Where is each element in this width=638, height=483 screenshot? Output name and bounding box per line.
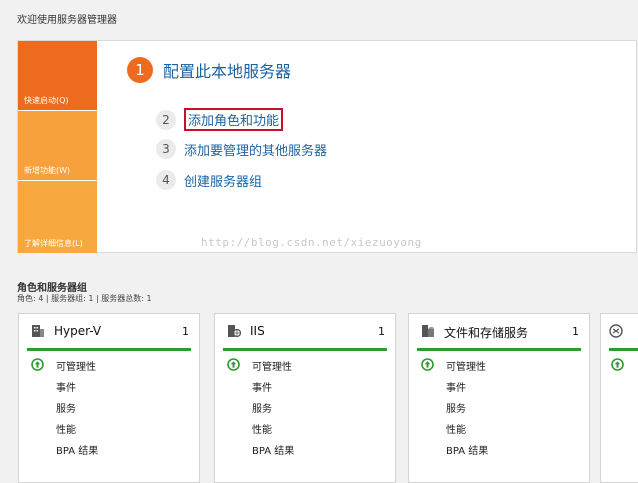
- step-number-1: 1: [127, 57, 153, 83]
- add-roles-features-link[interactable]: 添加角色和功能: [184, 108, 284, 131]
- configure-local-server-link[interactable]: 配置此本地服务器: [163, 58, 291, 82]
- row-services[interactable]: 服务: [409, 396, 589, 417]
- step-add-servers[interactable]: 3 添加要管理的其他服务器: [156, 139, 327, 159]
- card-count: 1: [182, 325, 189, 338]
- row-label: 事件: [56, 383, 76, 394]
- status-bar: [609, 348, 638, 351]
- add-servers-link[interactable]: 添加要管理的其他服务器: [184, 140, 327, 159]
- row-performance[interactable]: 性能: [409, 417, 589, 438]
- step-number-2: 2: [156, 109, 176, 130]
- step-create-group[interactable]: 4 创建服务器组: [156, 170, 262, 190]
- up-arrow-circle-icon: [227, 358, 240, 371]
- hyperv-icon: [32, 325, 44, 337]
- row-events[interactable]: 事件: [215, 375, 395, 396]
- row-services[interactable]: 服务: [215, 396, 395, 417]
- card-count: 1: [572, 325, 579, 338]
- roles-section-title: 角色和服务器组: [17, 283, 87, 294]
- row-bpa-results[interactable]: BPA 结果: [19, 438, 199, 459]
- card-title: 文件和存储服务: [444, 326, 529, 340]
- row-label: 可管理性: [56, 362, 96, 373]
- quick-start-label: 快速启动(Q): [24, 96, 69, 105]
- row-label: BPA 结果: [252, 446, 295, 457]
- welcome-panel: 快速启动(Q) 新增功能(W) 了解详细信息(L) 1 配置此本地服务器 2 添…: [17, 40, 637, 253]
- card-title: Hyper-V: [54, 324, 102, 338]
- row-label: 性能: [56, 425, 76, 436]
- file-storage-icon: [422, 325, 434, 337]
- role-card-partial[interactable]: [600, 313, 638, 483]
- row-label: 可管理性: [446, 362, 486, 373]
- watermark: http://blog.csdn.net/xiezuoyong: [201, 236, 422, 249]
- role-card-file-storage[interactable]: 文件和存储服务 1 可管理性 事件 服务 性能 BPA 结果: [408, 313, 590, 483]
- step-number-3: 3: [156, 139, 176, 159]
- role-card-iis[interactable]: IIS 1 可管理性 事件 服务 性能 BPA 结果: [214, 313, 396, 483]
- row-manageability[interactable]: 可管理性: [215, 354, 395, 375]
- whats-new-tile[interactable]: 新增功能(W): [18, 111, 97, 180]
- status-bar: [27, 348, 191, 351]
- row-label: 事件: [446, 383, 466, 394]
- up-arrow-circle-icon: [611, 358, 624, 371]
- card-title: IIS: [250, 324, 265, 338]
- status-bar: [417, 348, 581, 351]
- up-arrow-circle-icon: [421, 358, 434, 371]
- learn-more-label: 了解详细信息(L): [24, 239, 83, 248]
- row-manageability[interactable]: 可管理性: [409, 354, 589, 375]
- row-label: 可管理性: [252, 362, 292, 373]
- row-label: 性能: [446, 425, 466, 436]
- row-manageability[interactable]: [601, 354, 638, 375]
- role-card-hyperv[interactable]: Hyper-V 1 可管理性 事件 服务 性能 BPA 结果: [18, 313, 200, 483]
- card-header[interactable]: IIS 1: [215, 314, 395, 351]
- card-header[interactable]: [601, 314, 638, 351]
- whats-new-label: 新增功能(W): [24, 166, 71, 175]
- create-server-group-link[interactable]: 创建服务器组: [184, 171, 262, 190]
- step-number-4: 4: [156, 170, 176, 190]
- row-bpa-results[interactable]: BPA 结果: [409, 438, 589, 459]
- card-header[interactable]: 文件和存储服务 1: [409, 314, 589, 351]
- step-configure-local-server[interactable]: 1 配置此本地服务器: [127, 57, 291, 83]
- row-label: BPA 结果: [56, 446, 99, 457]
- up-arrow-circle-icon: [31, 358, 44, 371]
- step-add-roles[interactable]: 2 添加角色和功能: [156, 108, 284, 131]
- learn-more-tile[interactable]: 了解详细信息(L): [18, 181, 97, 253]
- roles-summary: 角色: 4 | 服务器组: 1 | 服务器总数: 1: [17, 294, 152, 303]
- row-label: BPA 结果: [446, 446, 489, 457]
- row-label: 服务: [252, 404, 272, 415]
- card-count: 1: [378, 325, 385, 338]
- network-icon: [609, 324, 623, 338]
- row-manageability[interactable]: 可管理性: [19, 354, 199, 375]
- row-bpa-results[interactable]: BPA 结果: [215, 438, 395, 459]
- row-label: 服务: [446, 404, 466, 415]
- row-services[interactable]: 服务: [19, 396, 199, 417]
- row-label: 服务: [56, 404, 76, 415]
- row-events[interactable]: 事件: [19, 375, 199, 396]
- card-header[interactable]: Hyper-V 1: [19, 314, 199, 351]
- row-label: 事件: [252, 383, 272, 394]
- welcome-title: 欢迎使用服务器管理器: [17, 15, 117, 26]
- quick-start-tile[interactable]: 快速启动(Q): [18, 41, 97, 110]
- row-events[interactable]: 事件: [409, 375, 589, 396]
- status-bar: [223, 348, 387, 351]
- row-label: 性能: [252, 425, 272, 436]
- row-performance[interactable]: 性能: [215, 417, 395, 438]
- iis-icon: [228, 325, 241, 338]
- row-performance[interactable]: 性能: [19, 417, 199, 438]
